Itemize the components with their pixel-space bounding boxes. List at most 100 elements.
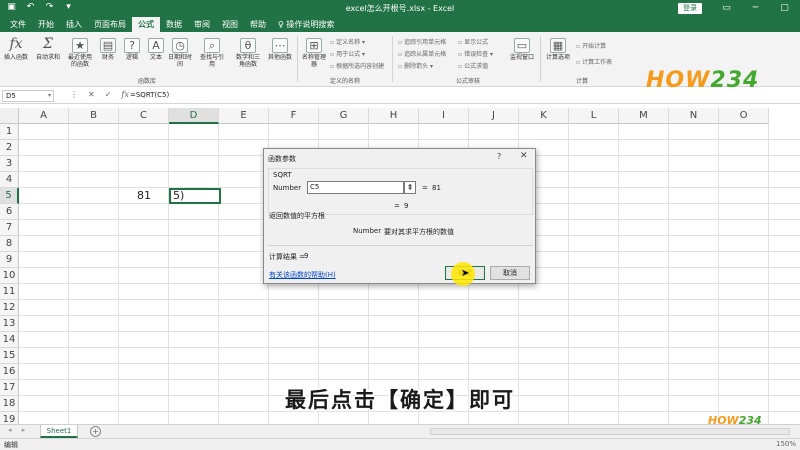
row-header[interactable]: 11 bbox=[0, 284, 19, 300]
column-header[interactable]: G bbox=[319, 108, 369, 124]
column-header[interactable]: I bbox=[419, 108, 469, 124]
ok-button[interactable]: 确定 bbox=[445, 266, 485, 280]
trace-dependents-item[interactable]: 追踪从属单元格 bbox=[398, 49, 446, 58]
dialog-close-icon[interactable]: ✕ bbox=[520, 151, 528, 161]
create-from-selection-item[interactable]: 根据所选内容创建 bbox=[330, 61, 384, 70]
formula-input[interactable]: =SQRT(C5) bbox=[130, 91, 169, 99]
column-header[interactable]: J bbox=[469, 108, 519, 124]
more-functions-button[interactable]: ⋯ 其他函数 bbox=[266, 36, 294, 61]
function-help-link[interactable]: 有关该函数的帮助(H) bbox=[269, 270, 336, 280]
enter-check-icon[interactable]: ✓ bbox=[105, 90, 112, 99]
number-argument-input[interactable]: C5 bbox=[307, 181, 404, 194]
autosum-button[interactable]: Σ 自动求和 bbox=[34, 36, 62, 61]
sheet-tab-bar: ◂ ▸ Sheet1 + bbox=[0, 424, 800, 438]
collapse-dialog-icon[interactable]: ⇞ bbox=[404, 181, 416, 194]
tag-icon: ⊞ bbox=[306, 38, 322, 53]
calculate-now-item[interactable]: 开始计算 bbox=[576, 41, 606, 50]
row-header[interactable]: 12 bbox=[0, 300, 19, 316]
status-bar: 编辑 150% bbox=[0, 438, 800, 450]
fx-icon: fx bbox=[9, 36, 23, 52]
login-button[interactable]: 登录 bbox=[678, 3, 702, 14]
row-header[interactable]: 4 bbox=[0, 172, 19, 188]
row-header[interactable]: 2 bbox=[0, 140, 19, 156]
watch-window-button[interactable]: ▭ 监视窗口 bbox=[508, 36, 536, 61]
row-header[interactable]: 3 bbox=[0, 156, 19, 172]
argument-result: 81 bbox=[432, 184, 441, 192]
menu-data[interactable]: 数据 bbox=[160, 17, 188, 32]
insert-function-button[interactable]: fx 插入函数 bbox=[2, 36, 30, 61]
column-header[interactable]: L bbox=[569, 108, 619, 124]
column-header[interactable]: N bbox=[669, 108, 719, 124]
cell-c5[interactable]: 81 bbox=[119, 188, 169, 204]
sheet-tab-sheet1[interactable]: Sheet1 bbox=[40, 425, 78, 438]
menu-tell-me-search[interactable]: ♀ 操作说明搜索 bbox=[272, 17, 340, 32]
ribbon-display-icon[interactable]: ▭ bbox=[712, 1, 741, 15]
insert-function-icon[interactable]: fx bbox=[121, 90, 128, 99]
error-checking-item[interactable]: 错误检查 ▾ bbox=[458, 49, 493, 58]
cancel-icon[interactable]: ✕ bbox=[88, 90, 95, 99]
maximize-icon[interactable]: ▢ bbox=[770, 1, 799, 15]
column-header[interactable]: O bbox=[719, 108, 769, 124]
column-header[interactable]: M bbox=[619, 108, 669, 124]
row-header[interactable]: 5 bbox=[0, 188, 19, 204]
calculate-sheet-item[interactable]: 计算工作表 bbox=[576, 57, 612, 66]
row-header[interactable]: 16 bbox=[0, 364, 19, 380]
trace-precedents-item[interactable]: 追踪引用单元格 bbox=[398, 37, 446, 46]
recent-functions-button[interactable]: ★ 最近使用的函数 bbox=[66, 36, 94, 68]
column-header[interactable]: B bbox=[69, 108, 119, 124]
calculation-options-button[interactable]: ▦ 计算选项 bbox=[544, 36, 572, 61]
menu-home[interactable]: 开始 bbox=[32, 17, 60, 32]
column-header[interactable]: D bbox=[169, 108, 219, 124]
menu-help[interactable]: 帮助 bbox=[244, 17, 272, 32]
argument-description: 要对其求平方根的数值 bbox=[384, 228, 454, 236]
add-sheet-button[interactable]: + bbox=[90, 426, 101, 437]
column-header[interactable]: E bbox=[219, 108, 269, 124]
evaluate-formula-item[interactable]: 公式求值 bbox=[458, 61, 488, 70]
row-header[interactable]: 1 bbox=[0, 124, 19, 140]
title-bar: ▣ ↶ ↷ ▾ excel怎么开根号.xlsx - Excel 登录 ▭ ─ ▢… bbox=[0, 0, 800, 17]
menu-formulas[interactable]: 公式 bbox=[132, 17, 160, 32]
menu-page-layout[interactable]: 页面布局 bbox=[88, 17, 132, 32]
calculator-icon: ▦ bbox=[550, 38, 566, 53]
minimize-icon[interactable]: ─ bbox=[741, 1, 770, 15]
show-formulas-item[interactable]: 显示公式 bbox=[458, 37, 488, 46]
horizontal-scrollbar[interactable] bbox=[430, 428, 790, 435]
row-header[interactable]: 10 bbox=[0, 268, 19, 284]
use-in-formula-item[interactable]: 用于公式 ▾ bbox=[330, 49, 365, 58]
theta-icon: θ bbox=[240, 38, 256, 53]
cancel-button[interactable]: 取消 bbox=[490, 266, 530, 280]
select-all-corner[interactable] bbox=[0, 108, 19, 124]
column-header[interactable]: K bbox=[519, 108, 569, 124]
define-name-item[interactable]: 定义名称 ▾ bbox=[330, 37, 365, 46]
status-mode: 编辑 bbox=[4, 441, 18, 449]
row-header[interactable]: 14 bbox=[0, 332, 19, 348]
name-box[interactable]: D5 bbox=[2, 90, 54, 102]
column-header[interactable]: F bbox=[269, 108, 319, 124]
dialog-help-icon[interactable]: ? bbox=[497, 152, 501, 161]
column-header[interactable]: A bbox=[19, 108, 69, 124]
menu-view[interactable]: 视图 bbox=[216, 17, 244, 32]
row-header[interactable]: 13 bbox=[0, 316, 19, 332]
row-header[interactable]: 8 bbox=[0, 236, 19, 252]
remove-arrows-item[interactable]: 删除箭头 ▾ bbox=[398, 61, 433, 70]
menu-insert[interactable]: 插入 bbox=[60, 17, 88, 32]
how234-watermark: HOW234 bbox=[708, 414, 762, 427]
formula-bar: D5 ⋮ ✕ ✓ fx =SQRT(C5) bbox=[0, 88, 800, 104]
lookup-reference-button[interactable]: ⌕ 查找与引用 bbox=[198, 36, 226, 68]
row-header[interactable]: 9 bbox=[0, 252, 19, 268]
menu-file[interactable]: 文件 bbox=[4, 17, 32, 32]
cell-d5[interactable]: 5) bbox=[169, 188, 221, 204]
math-trig-button[interactable]: θ 数学和三角函数 bbox=[234, 36, 262, 68]
row-header[interactable]: 15 bbox=[0, 348, 19, 364]
name-manager-button[interactable]: ⊞ 名称管理器 bbox=[300, 36, 328, 68]
sheet-nav-arrows[interactable]: ◂ ▸ bbox=[8, 426, 29, 434]
date-time-button[interactable]: ◷ 日期和时间 bbox=[166, 36, 194, 68]
ribbon-separator bbox=[392, 36, 393, 82]
row-header[interactable]: 7 bbox=[0, 220, 19, 236]
row-header[interactable]: 6 bbox=[0, 204, 19, 220]
menu-review[interactable]: 审阅 bbox=[188, 17, 216, 32]
column-header[interactable]: C bbox=[119, 108, 169, 124]
video-subtitle: 最后点击【确定】即可 bbox=[285, 388, 515, 412]
column-header[interactable]: H bbox=[369, 108, 419, 124]
zoom-level[interactable]: 150% bbox=[776, 440, 796, 448]
